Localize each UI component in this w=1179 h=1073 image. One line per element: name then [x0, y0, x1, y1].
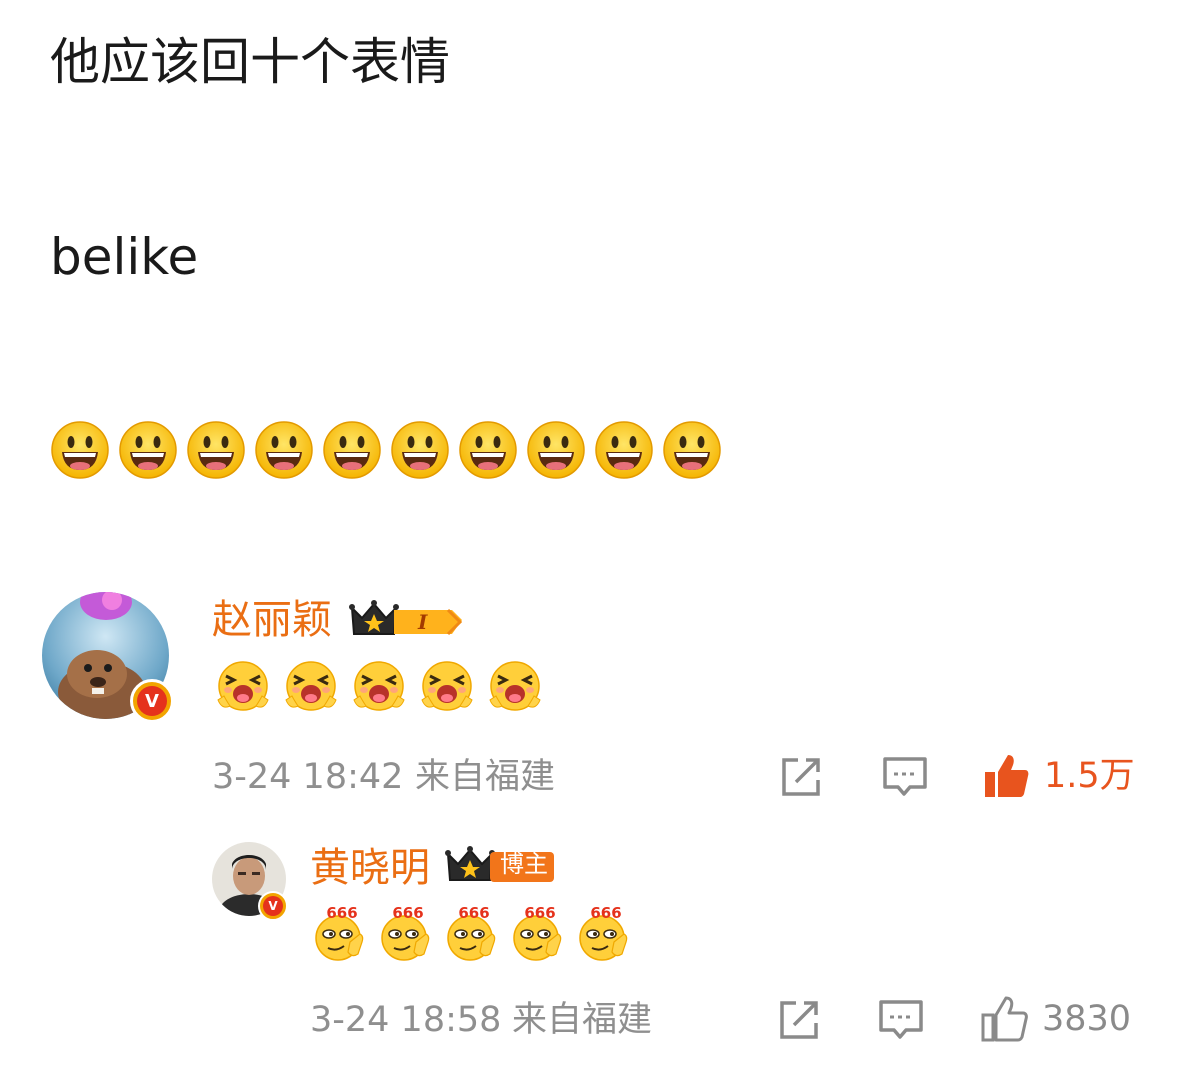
reply-sticker-row: 666 666 666 666 666 [312, 904, 634, 966]
share-button[interactable] [778, 754, 824, 804]
comment-username[interactable]: 赵丽颖 [212, 600, 332, 640]
666-sticker-icon: 666 [510, 904, 568, 966]
like-count-reply: 3830 [1042, 998, 1132, 1039]
share-button-reply[interactable] [776, 997, 822, 1047]
excited-face-sticker-icon [418, 656, 476, 718]
post-text-line1: 他应该回十个表情 [50, 33, 450, 91]
smiley-emoji-icon [594, 420, 654, 484]
excited-face-sticker-icon [282, 656, 340, 718]
like-count: 1.5万 [1044, 755, 1135, 796]
share-icon [782, 758, 820, 796]
comment-icon [879, 1000, 923, 1039]
reply-username[interactable]: 黄晓明 [310, 848, 430, 888]
comment-sticker-row [214, 656, 544, 718]
reply-button-reply[interactable] [878, 997, 924, 1047]
smiley-emoji-icon [186, 420, 246, 484]
post-text-line2: belike [50, 228, 199, 286]
smiley-emoji-icon [118, 420, 178, 484]
666-sticker-icon: 666 [444, 904, 502, 966]
reply-location: 来自福建 [512, 1000, 653, 1040]
smiley-emoji-icon [390, 420, 450, 484]
svg-text:666: 666 [326, 904, 357, 922]
level-badge[interactable]: I [348, 598, 466, 642]
excited-face-sticker-icon [350, 656, 408, 718]
svg-text:666: 666 [524, 904, 555, 922]
smiley-emoji-icon [50, 420, 110, 484]
comment-date: 3-24 18:42 [212, 757, 404, 797]
reply-button[interactable] [882, 754, 928, 804]
reply-date: 3-24 18:58 [310, 1000, 502, 1040]
excited-face-sticker-icon [486, 656, 544, 718]
crown-icon: I [349, 600, 463, 636]
like-button[interactable]: 1.5万 [982, 752, 1135, 800]
666-sticker-icon: 666 [312, 904, 370, 966]
smiley-emoji-icon [526, 420, 586, 484]
level-badge-text: I [417, 610, 428, 634]
like-button-reply[interactable]: 3830 [980, 995, 1131, 1043]
comment-icon [883, 757, 927, 796]
smiley-emoji-icon [322, 420, 382, 484]
thumbs-up-icon [985, 755, 1029, 797]
svg-text:666: 666 [458, 904, 489, 922]
verified-badge: V [130, 679, 174, 723]
svg-text:666: 666 [392, 904, 423, 922]
verified-badge-reply: V [258, 891, 288, 921]
666-sticker-icon: 666 [576, 904, 634, 966]
thumbs-up-outline-icon [981, 996, 1028, 1042]
smiley-emoji-icon [458, 420, 518, 484]
comment-location: 来自福建 [415, 757, 556, 797]
share-icon [780, 1001, 818, 1039]
666-sticker-icon: 666 [378, 904, 436, 966]
svg-text:666: 666 [590, 904, 621, 922]
excited-face-sticker-icon [214, 656, 272, 718]
blogger-badge-text: 博主 [500, 850, 548, 878]
post-emoji-row [50, 420, 722, 484]
smiley-emoji-icon [662, 420, 722, 484]
smiley-emoji-icon [254, 420, 314, 484]
